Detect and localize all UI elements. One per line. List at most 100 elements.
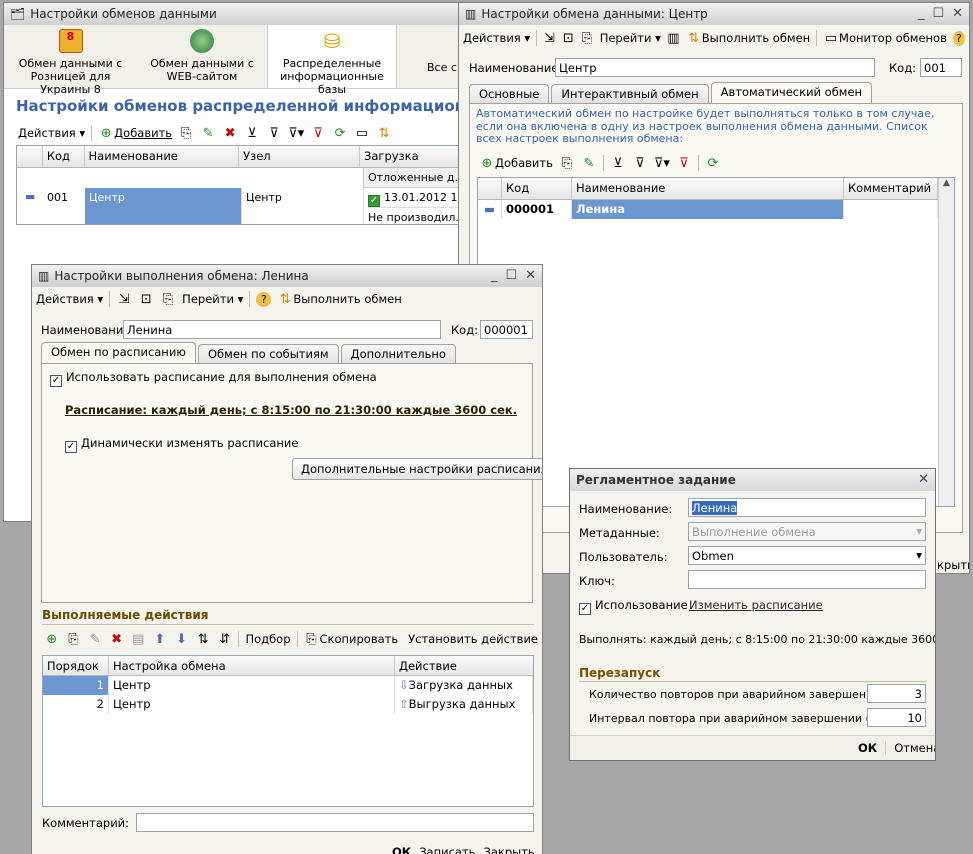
use-checkbox[interactable]: ✓ Использование <box>579 598 688 615</box>
tab-schedule[interactable]: Обмен по расписанию <box>41 342 196 363</box>
save-icon[interactable]: ▤ <box>130 632 146 647</box>
filter-menu-icon[interactable]: ⊽▾ <box>654 156 670 171</box>
copy-icon[interactable]: ⎘ <box>178 126 194 141</box>
comment-field[interactable] <box>136 813 534 832</box>
run-exchange-button[interactable]: ⇅ Выполнить обмен <box>686 31 810 46</box>
filter-list-icon[interactable]: ⊽ <box>266 126 282 141</box>
more-schedule-button[interactable]: Дополнительные настройки расписания ... <box>292 458 542 480</box>
copy-button[interactable]: ⎘ Скопировать <box>303 632 398 647</box>
nav-distributed[interactable]: ⛁ Распределенные информационные базы <box>267 25 397 96</box>
col-comment[interactable]: Комментарий <box>844 178 938 199</box>
close-button[interactable]: Закрыть <box>483 845 534 854</box>
run-exchange-icon[interactable]: ⇅ <box>376 126 392 141</box>
use-schedule-checkbox[interactable]: ✓ Использовать расписание для выполнения … <box>50 370 377 387</box>
name-field[interactable]: Центр <box>555 58 875 77</box>
table-row[interactable]: 2 Центр ⇧Выгрузка данных <box>43 695 533 714</box>
table-row[interactable]: ▬ 000001 Ленина <box>478 200 954 219</box>
help-icon[interactable]: ? <box>952 30 965 46</box>
code-field[interactable]: 000001 <box>480 320 533 339</box>
name-field[interactable]: Ленина <box>688 498 926 517</box>
help-icon[interactable]: ? <box>256 291 272 307</box>
col-action[interactable]: Действие <box>395 656 533 675</box>
close-button[interactable]: крыть <box>937 558 969 572</box>
copy-icon[interactable]: ⎘ <box>559 156 575 171</box>
retries-field[interactable]: 3 <box>867 684 926 703</box>
code-field[interactable]: 001 <box>920 58 962 77</box>
actions-menu[interactable]: Действия ▾ <box>463 31 530 45</box>
tab-main[interactable]: Основные <box>469 84 550 103</box>
tab-additional[interactable]: Дополнительно <box>340 344 456 363</box>
run-exchange-button[interactable]: ⇅ Выполнить обмен <box>277 292 402 307</box>
edit-icon[interactable]: ✎ <box>200 126 216 141</box>
col-load[interactable]: Загрузка <box>360 146 469 167</box>
col-name[interactable]: Наименование <box>572 178 844 199</box>
maximize-icon[interactable]: ☐ <box>505 268 517 283</box>
dynamic-checkbox[interactable]: ✓ Динамически изменять расписание <box>65 436 298 453</box>
add-button[interactable]: ⊕ Добавить <box>479 156 553 171</box>
tab-interactive[interactable]: Интерактивный обмен <box>551 84 709 103</box>
refresh-icon[interactable]: ⟳ <box>705 156 721 171</box>
change-schedule-link[interactable]: Изменить расписание <box>689 598 823 612</box>
new-icon[interactable]: ⎘ <box>160 292 176 307</box>
col-name[interactable]: Наименование <box>85 146 240 167</box>
save-close-icon[interactable]: ⇲ <box>543 31 556 46</box>
delete-icon[interactable]: ✖ <box>109 632 125 647</box>
new-icon[interactable]: ⎘ <box>581 31 594 46</box>
ok-button[interactable]: ОК <box>858 741 877 755</box>
col-order[interactable]: Порядок <box>43 656 109 675</box>
structure-icon[interactable]: ▥ <box>667 31 680 46</box>
monitor-icon[interactable]: ▭ <box>354 126 370 141</box>
filter-menu-icon[interactable]: ⊽▾ <box>288 126 304 141</box>
ok-button[interactable]: ОК <box>392 845 411 854</box>
nav-retail[interactable]: 8 Обмен данными с Розницей для Украины 8 <box>4 25 137 96</box>
set-action-button[interactable]: Установить действие <box>408 632 538 646</box>
nav-web[interactable]: Обмен данными с WEB-сайтом <box>137 25 267 88</box>
actions-menu[interactable]: Действия ▾ <box>36 292 103 306</box>
nav-all[interactable]: Все с <box>397 25 457 88</box>
table-row[interactable]: ▬ 001 Центр Центр ✓ 13.01.2012 15: Не про… <box>17 188 469 224</box>
user-select[interactable]: Obmen ▾ <box>688 546 926 565</box>
move-down-icon[interactable]: ⬇ <box>174 632 190 647</box>
add-button[interactable]: ⊕ Добавить <box>98 126 172 141</box>
scrollbar[interactable]: ▲ <box>938 178 954 506</box>
cancel-button[interactable]: Отмена <box>894 741 935 755</box>
save-button[interactable]: Записать <box>419 845 475 854</box>
edit-icon[interactable]: ✎ <box>87 632 103 647</box>
save-icon[interactable]: ⊡ <box>138 292 154 307</box>
goto-menu[interactable]: Перейти ▾ <box>182 292 243 306</box>
name-field[interactable]: Ленина <box>123 320 441 339</box>
monitor-button[interactable]: ▭ Монитор обменов <box>823 31 947 46</box>
move-up-icon[interactable]: ⬆ <box>152 632 168 647</box>
tab-events[interactable]: Обмен по событиям <box>198 344 339 363</box>
pick-button[interactable]: Подбор <box>245 632 290 646</box>
minimize-icon[interactable]: _ <box>491 268 498 283</box>
add-icon[interactable]: ⊕ <box>44 632 60 647</box>
col-node[interactable]: Узел <box>239 146 360 167</box>
filter-list-icon[interactable]: ⊽ <box>632 156 648 171</box>
close-icon[interactable]: ✕ <box>952 6 963 21</box>
save-icon[interactable]: ⊡ <box>562 31 575 46</box>
key-field[interactable] <box>688 570 926 589</box>
goto-menu[interactable]: Перейти ▾ <box>600 31 661 45</box>
interval-field[interactable]: 10 <box>867 708 926 727</box>
save-close-icon[interactable]: ⇲ <box>116 292 132 307</box>
close-icon[interactable]: ✕ <box>918 472 929 487</box>
filter-icon[interactable]: ⊻ <box>610 156 626 171</box>
minimize-icon[interactable]: _ <box>918 6 925 21</box>
delete-icon[interactable]: ✖ <box>222 126 238 141</box>
col-code[interactable]: Код <box>43 146 85 167</box>
col-code[interactable]: Код <box>502 178 572 199</box>
edit-icon[interactable]: ✎ <box>581 156 597 171</box>
clear-filter-icon[interactable]: ⊽ <box>310 126 326 141</box>
close-icon[interactable]: ✕ <box>525 268 536 283</box>
col-setting[interactable]: Настройка обмена <box>109 656 395 675</box>
filter-icon[interactable]: ⊻ <box>244 126 260 141</box>
clear-filter-icon[interactable]: ⊽ <box>676 156 692 171</box>
copy-icon[interactable]: ⎘ <box>66 632 82 647</box>
sort-asc-icon[interactable]: ⇅ <box>195 632 211 647</box>
schedule-link[interactable]: Расписание: каждый день; с 8:15:00 по 21… <box>65 403 517 417</box>
tab-auto[interactable]: Автоматический обмен <box>710 82 873 103</box>
sort-desc-icon[interactable]: ⇵ <box>217 632 233 647</box>
actions-menu[interactable]: Действия ▾ <box>18 126 85 140</box>
table-row[interactable]: 1 Центр ⇩Загрузка данных <box>43 676 533 695</box>
